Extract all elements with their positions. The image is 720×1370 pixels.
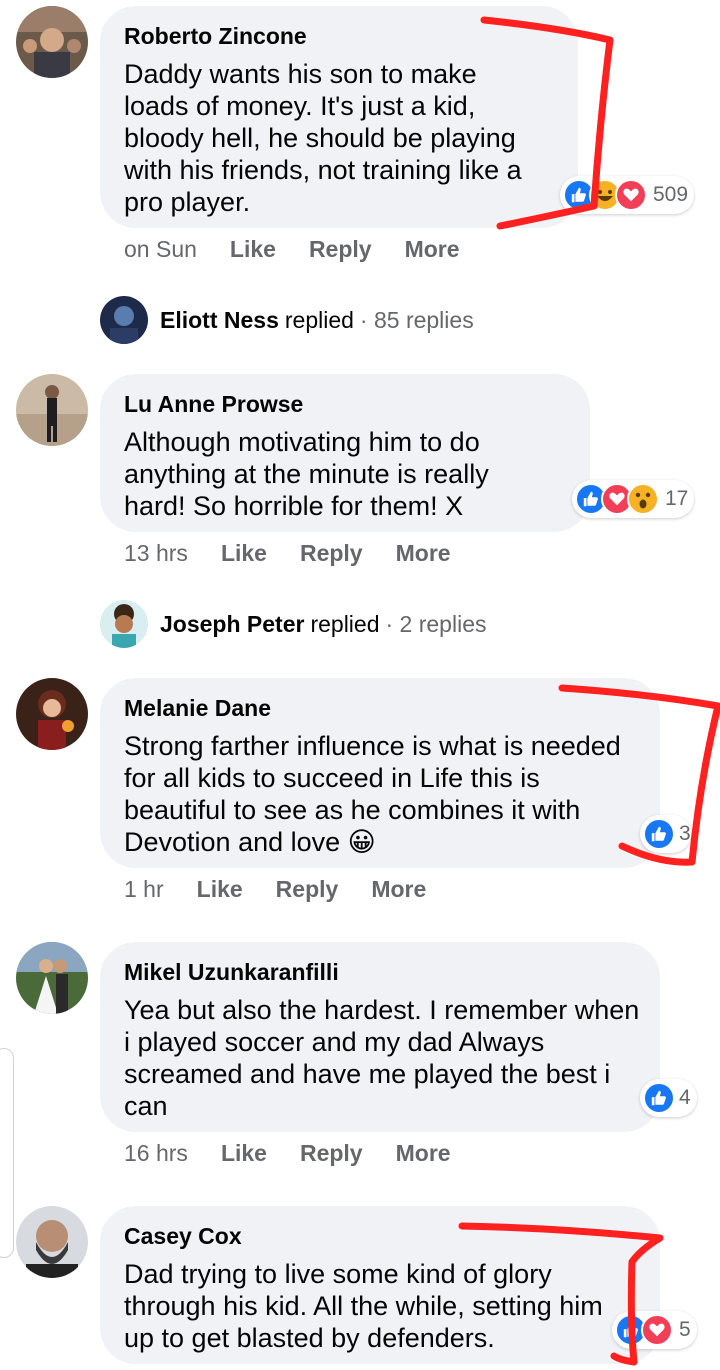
comment-bubble: Mikel Uzunkaranfilli Yea but also the ha…	[100, 942, 660, 1132]
more-button[interactable]: More	[396, 540, 451, 567]
avatar[interactable]	[16, 942, 88, 1014]
avatar	[100, 296, 148, 344]
reply-count: · 85 replies	[359, 306, 474, 333]
commenter-name[interactable]: Roberto Zincone	[124, 22, 554, 50]
reply-button[interactable]: Reply	[309, 236, 372, 263]
comment-timestamp[interactable]: 13 hrs	[124, 540, 188, 567]
like-button[interactable]: Like	[221, 540, 267, 567]
reaction-count: 509	[653, 183, 689, 206]
reply-summary-joseph-peter[interactable]: Joseph Peter replied · 2 replies	[100, 600, 486, 648]
reaction-summary[interactable]: 509	[560, 176, 695, 214]
reaction-summary[interactable]: 5	[612, 1311, 697, 1349]
reply-summary-eliott-ness[interactable]: Eliott Ness replied · 85 replies	[100, 296, 474, 344]
like-button[interactable]: Like	[230, 236, 276, 263]
comment-actions: 16 hrs Like Reply More	[124, 1140, 451, 1167]
comment-timestamp[interactable]: 16 hrs	[124, 1140, 188, 1167]
love-icon	[615, 179, 647, 211]
commenter-name[interactable]: Mikel Uzunkaranfilli	[124, 958, 636, 986]
reaction-summary[interactable]: 4	[640, 1079, 697, 1117]
commenter-name[interactable]: Lu Anne Prowse	[124, 390, 566, 418]
avatar	[100, 600, 148, 648]
comment-bubble: Lu Anne Prowse Although motivating him t…	[100, 374, 590, 532]
comment-timestamp[interactable]: on Sun	[124, 236, 197, 263]
like-button[interactable]: Like	[221, 1140, 267, 1167]
reply-count: · 2 replies	[385, 610, 487, 637]
comment-text: Yea but also the hardest. I remember whe…	[124, 995, 640, 1121]
comment-actions: 1 hr Like Reply More	[124, 876, 426, 903]
side-panel-edge	[0, 1048, 14, 1258]
reaction-count: 3	[679, 822, 691, 845]
avatar[interactable]	[16, 1206, 88, 1278]
more-button[interactable]: More	[371, 876, 426, 903]
reaction-count: 4	[679, 1086, 691, 1109]
comment-text: Daddy wants his son to make loads of mon…	[124, 59, 522, 217]
more-button[interactable]: More	[405, 236, 460, 263]
replier-name: Eliott Ness	[160, 306, 279, 333]
replied-label: replied	[284, 306, 354, 333]
comment-timestamp[interactable]: 1 hr	[124, 876, 164, 903]
avatar[interactable]	[16, 6, 88, 78]
comment-text: Strong farther influence is what is need…	[124, 731, 621, 857]
commenter-name[interactable]: Melanie Dane	[124, 694, 636, 722]
commenter-name[interactable]: Casey Cox	[124, 1222, 636, 1250]
like-icon	[643, 818, 675, 850]
replied-label: replied	[310, 610, 380, 637]
comment-text: Dad trying to live some kind of glory th…	[124, 1259, 603, 1353]
reaction-count: 17	[665, 487, 689, 510]
comment-bubble: Melanie Dane Strong farther influence is…	[100, 678, 660, 868]
wow-icon	[627, 483, 659, 515]
reaction-summary[interactable]: 17	[572, 480, 695, 518]
reply-button[interactable]: Reply	[276, 876, 339, 903]
reply-button[interactable]: Reply	[300, 1140, 363, 1167]
love-icon	[641, 1314, 673, 1346]
like-icon	[643, 1082, 675, 1114]
comment-actions: 13 hrs Like Reply More	[124, 540, 451, 567]
avatar[interactable]	[16, 678, 88, 750]
more-button[interactable]: More	[396, 1140, 451, 1167]
reaction-count: 5	[679, 1318, 691, 1341]
replier-name: Joseph Peter	[160, 610, 305, 637]
avatar[interactable]	[16, 374, 88, 446]
comment-actions: on Sun Like Reply More	[124, 236, 460, 263]
like-button[interactable]: Like	[197, 876, 243, 903]
reply-button[interactable]: Reply	[300, 540, 363, 567]
comment-text: Although motivating him to do anything a…	[124, 427, 489, 521]
comment-bubble: Roberto Zincone Daddy wants his son to m…	[100, 6, 578, 228]
reaction-summary[interactable]: 3	[640, 815, 691, 853]
comment-bubble: Casey Cox Dad trying to live some kind o…	[100, 1206, 660, 1364]
